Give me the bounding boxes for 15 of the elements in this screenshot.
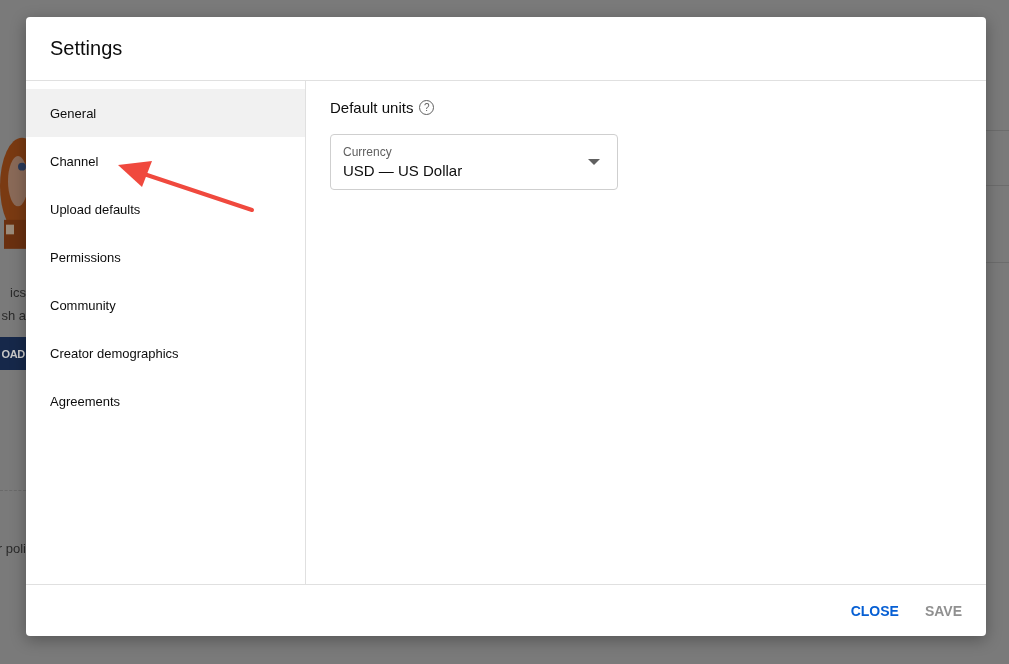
- sidebar-item[interactable]: Creator demographics: [26, 329, 305, 377]
- dialog-title: Settings: [50, 37, 123, 60]
- sidebar-item[interactable]: General: [26, 89, 305, 137]
- upload-button[interactable]: OAD: [0, 337, 26, 370]
- sidebar-item[interactable]: Community: [26, 281, 305, 329]
- background-text: sh a: [1, 307, 26, 325]
- close-button[interactable]: CLOSE: [840, 594, 909, 627]
- caret-icon: [588, 159, 600, 165]
- sidebar-item[interactable]: Channel: [26, 137, 305, 185]
- section-heading: Default units: [330, 99, 414, 116]
- sidebar-item[interactable]: Upload defaults: [26, 185, 305, 233]
- background-text: ics: [10, 284, 26, 302]
- currency-dropdown[interactable]: Currency USD — US Dollar: [330, 134, 618, 190]
- sidebar-item[interactable]: Agreements: [26, 377, 305, 425]
- sidebar-item[interactable]: Permissions: [26, 233, 305, 281]
